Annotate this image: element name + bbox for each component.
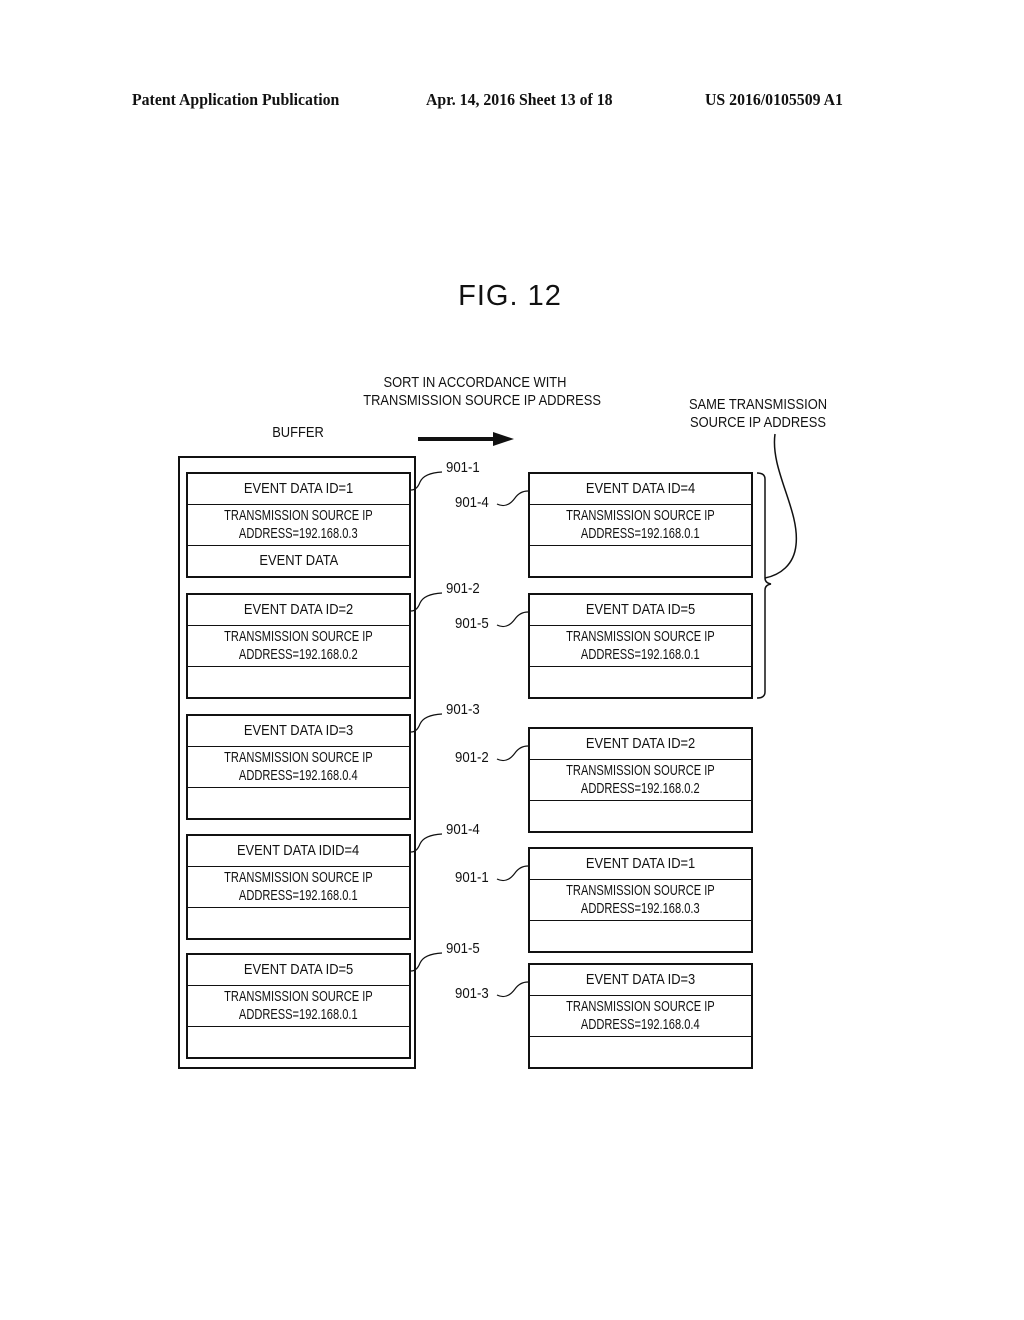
buffer-ref-leader <box>410 471 443 491</box>
sorted-ref-label: 901-4 <box>455 494 489 511</box>
buffer-ref-label: 901-2 <box>446 580 480 597</box>
buffer-ref-label: 901-3 <box>446 701 480 718</box>
sorted-ref-leader <box>496 865 529 882</box>
diagram-overlay <box>410 432 798 998</box>
sorted-ref-label: 901-1 <box>455 869 489 886</box>
buffer-ref-leader <box>410 952 443 972</box>
sorted-ref-leader <box>496 611 529 628</box>
sorted-ref-leader <box>496 981 529 998</box>
sorted-ref-label: 901-2 <box>455 749 489 766</box>
sorted-ref-leader <box>496 490 529 507</box>
sorted-ref-leader <box>496 745 529 762</box>
group-brace <box>756 472 772 699</box>
reference-leaders <box>410 471 529 998</box>
buffer-ref-leader <box>410 592 443 612</box>
buffer-ref-leader <box>410 833 443 853</box>
buffer-ref-label: 901-4 <box>446 821 480 838</box>
same-ip-leader <box>764 433 798 579</box>
sorted-ref-label: 901-3 <box>455 985 489 1002</box>
buffer-ref-leader <box>410 713 443 733</box>
buffer-ref-label: 901-5 <box>446 940 480 957</box>
sorted-ref-label: 901-5 <box>455 615 489 632</box>
buffer-ref-label: 901-1 <box>446 459 480 476</box>
sort-arrow <box>418 432 514 446</box>
